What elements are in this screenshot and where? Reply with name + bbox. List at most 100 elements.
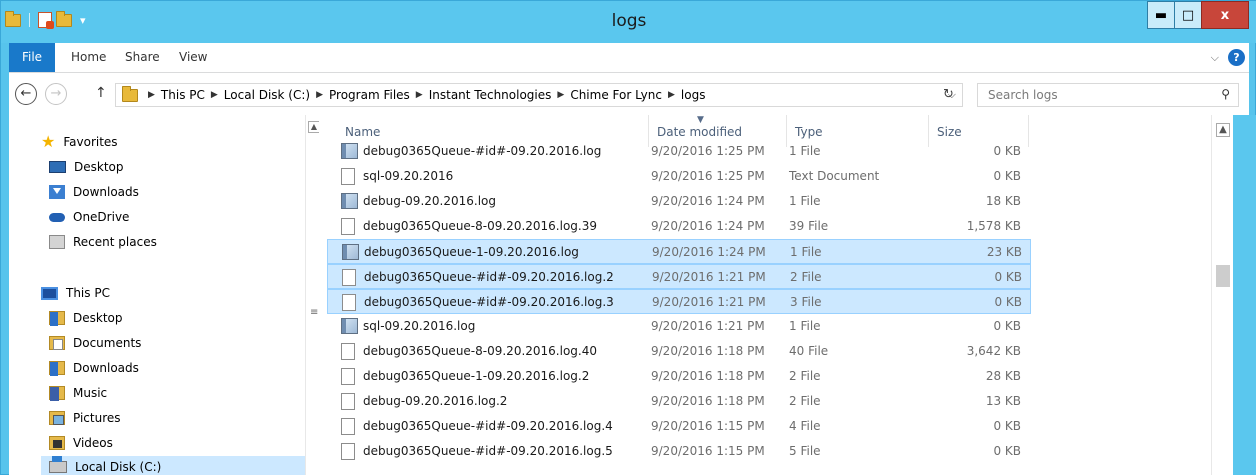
file-row[interactable]: debug0365Queue-8-09.20.2016.log.39 9/20/2… bbox=[327, 214, 1031, 239]
file-type: 2 File bbox=[789, 369, 821, 383]
file-name: debug-09.20.2016.log bbox=[363, 194, 496, 208]
file-size: 13 KB bbox=[985, 394, 1021, 408]
sidebar-item-desktop[interactable]: Desktop bbox=[49, 156, 124, 178]
sidebar-item-recent-places[interactable]: Recent places bbox=[49, 231, 157, 253]
file-type: 1 File bbox=[789, 144, 821, 158]
scroll-thumb[interactable] bbox=[1216, 265, 1230, 287]
file-row[interactable]: debug-09.20.2016.log.2 9/20/2016 1:18 PM 2… bbox=[327, 389, 1031, 414]
search-input[interactable]: Search logs ⚲ bbox=[977, 83, 1239, 107]
sidebar-item-documents[interactable]: Documents bbox=[49, 332, 141, 354]
folder-icon bbox=[122, 85, 138, 102]
file-date-modified: 9/20/2016 1:21 PM bbox=[652, 295, 766, 309]
file-icon bbox=[341, 343, 355, 360]
pictures-folder-icon bbox=[49, 411, 65, 425]
file-size: 0 KB bbox=[994, 295, 1022, 309]
file-icon bbox=[341, 168, 355, 185]
file-date-modified: 9/20/2016 1:18 PM bbox=[651, 394, 765, 408]
file-row[interactable]: debug0365Queue-1-09.20.2016.log.2 9/20/20… bbox=[327, 364, 1031, 389]
sidebar-item-local-disk[interactable]: Local Disk (C:) bbox=[41, 456, 305, 475]
tab-view[interactable]: View bbox=[179, 43, 207, 72]
file-row[interactable]: sql-09.20.2016 9/20/2016 1:25 PM Text Docu… bbox=[327, 164, 1031, 189]
file-type: 1 File bbox=[789, 319, 821, 333]
minimize-button[interactable]: ▬ bbox=[1147, 1, 1175, 29]
file-row[interactable]: debug0365Queue-1-09.20.2016.log 9/20/2016… bbox=[327, 239, 1031, 264]
file-type: 3 File bbox=[790, 295, 822, 309]
music-folder-icon bbox=[49, 386, 65, 401]
scroll-up-icon[interactable]: ▲ bbox=[308, 121, 319, 133]
documents-folder-icon bbox=[49, 336, 65, 350]
maximize-button[interactable]: □ bbox=[1174, 1, 1202, 29]
file-name: debug0365Queue-#id#-09.20.2016.log bbox=[363, 144, 602, 158]
scroll-up-icon[interactable]: ▲ bbox=[1216, 123, 1230, 137]
sidebar-item-label: Favorites bbox=[63, 135, 118, 149]
file-row[interactable]: debug0365Queue-#id#-09.20.2016.log.3 9/20… bbox=[327, 289, 1031, 314]
breadcrumb-program-files[interactable]: Program Files bbox=[329, 88, 410, 102]
local-disk-icon bbox=[49, 456, 67, 473]
sidebar-item-downloads[interactable]: Downloads bbox=[49, 181, 139, 203]
file-icon bbox=[341, 368, 355, 385]
help-icon[interactable]: ? bbox=[1228, 49, 1245, 66]
back-button[interactable]: ← bbox=[15, 83, 37, 105]
tab-share[interactable]: Share bbox=[125, 43, 160, 72]
up-button[interactable]: ↑ bbox=[95, 85, 107, 101]
file-type: 40 File bbox=[789, 344, 829, 358]
breadcrumb-separator[interactable]: ▶ bbox=[416, 90, 423, 100]
sidebar-item-label: Recent places bbox=[73, 235, 157, 249]
file-row[interactable]: debug-09.20.2016.log 9/20/2016 1:24 PM 1 F… bbox=[327, 189, 1031, 214]
log-icon bbox=[341, 193, 358, 209]
breadcrumb-separator[interactable]: ▶ bbox=[557, 90, 564, 100]
file-row[interactable]: debug0365Queue-#id#-09.20.2016.log.2 9/20… bbox=[327, 264, 1031, 289]
breadcrumb-separator[interactable]: ▶ bbox=[211, 90, 218, 100]
close-button[interactable]: x bbox=[1201, 1, 1249, 29]
breadcrumb-chime-for-lync[interactable]: Chime For Lync bbox=[570, 88, 662, 102]
breadcrumb-this-pc[interactable]: This PC bbox=[161, 88, 205, 102]
file-type: 39 File bbox=[789, 219, 829, 233]
breadcrumb-instant-technologies[interactable]: Instant Technologies bbox=[429, 88, 552, 102]
file-name: debug0365Queue-8-09.20.2016.log.40 bbox=[363, 344, 597, 358]
file-row[interactable]: debug0365Queue-8-09.20.2016.log.40 9/20/2… bbox=[327, 339, 1031, 364]
sidebar-item-music[interactable]: Music bbox=[49, 382, 107, 404]
file-size: 0 KB bbox=[993, 444, 1021, 458]
file-date-modified: 9/20/2016 1:24 PM bbox=[652, 245, 766, 259]
sidebar-item-label: Downloads bbox=[73, 361, 139, 375]
file-size: 28 KB bbox=[985, 369, 1021, 383]
file-row[interactable]: debug0365Queue-#id#-09.20.2016.log.5 9/20… bbox=[327, 439, 1031, 464]
file-row[interactable]: sql-09.20.2016.log 9/20/2016 1:21 PM 1 Fil… bbox=[327, 314, 1031, 339]
sidebar-item-videos[interactable]: Videos bbox=[49, 432, 113, 454]
breadcrumb-logs[interactable]: logs bbox=[681, 88, 706, 102]
file-row[interactable]: debug0365Queue-#id#-09.20.2016.log.4 9/20… bbox=[327, 414, 1031, 439]
address-bar[interactable]: ▶ This PC ▶ Local Disk (C:) ▶ Program Fi… bbox=[115, 83, 963, 107]
sidebar-item-pc-downloads[interactable]: Downloads bbox=[49, 357, 139, 379]
file-icon bbox=[341, 418, 355, 435]
breadcrumb-separator[interactable]: ▶ bbox=[316, 90, 323, 100]
sidebar-item-onedrive[interactable]: OneDrive bbox=[49, 206, 129, 228]
file-type: 4 File bbox=[789, 419, 821, 433]
file-date-modified: 9/20/2016 1:15 PM bbox=[651, 444, 765, 458]
forward-button[interactable]: → bbox=[45, 83, 67, 105]
file-date-modified: 9/20/2016 1:21 PM bbox=[651, 319, 765, 333]
file-name: sql-09.20.2016.log bbox=[363, 319, 476, 333]
tab-file[interactable]: File bbox=[9, 43, 55, 72]
splitter-grip-icon[interactable]: ≡ bbox=[310, 307, 318, 318]
sidebar-this-pc[interactable]: This PC bbox=[41, 282, 110, 304]
sidebar-item-pictures[interactable]: Pictures bbox=[49, 407, 121, 429]
breadcrumb-separator[interactable]: ▶ bbox=[668, 90, 675, 100]
tab-home[interactable]: Home bbox=[71, 43, 106, 72]
file-type: 1 File bbox=[790, 245, 822, 259]
file-icon bbox=[341, 218, 355, 235]
expand-ribbon-icon[interactable]: ⌵ bbox=[1211, 51, 1219, 65]
file-size: 1,578 KB bbox=[966, 219, 1021, 233]
downloads-icon bbox=[49, 185, 65, 199]
sidebar-item-pc-desktop[interactable]: Desktop bbox=[49, 307, 123, 329]
navigation-scrollbar[interactable]: ▲ ≡ bbox=[305, 115, 319, 475]
search-icon[interactable]: ⚲ bbox=[1221, 87, 1230, 101]
refresh-icon[interactable]: ↻ bbox=[943, 87, 954, 102]
file-row[interactable]: debug0365Queue-#id#-09.20.2016.log 9/20/2… bbox=[327, 139, 1031, 164]
file-name: debug0365Queue-#id#-09.20.2016.log.3 bbox=[364, 295, 614, 309]
file-size: 0 KB bbox=[993, 419, 1021, 433]
file-type: 1 File bbox=[789, 194, 821, 208]
file-type: 2 File bbox=[790, 270, 822, 284]
breadcrumb-local-disk[interactable]: Local Disk (C:) bbox=[224, 88, 310, 102]
sidebar-favorites[interactable]: ★ Favorites bbox=[41, 131, 118, 153]
file-name: debug-09.20.2016.log.2 bbox=[363, 394, 508, 408]
